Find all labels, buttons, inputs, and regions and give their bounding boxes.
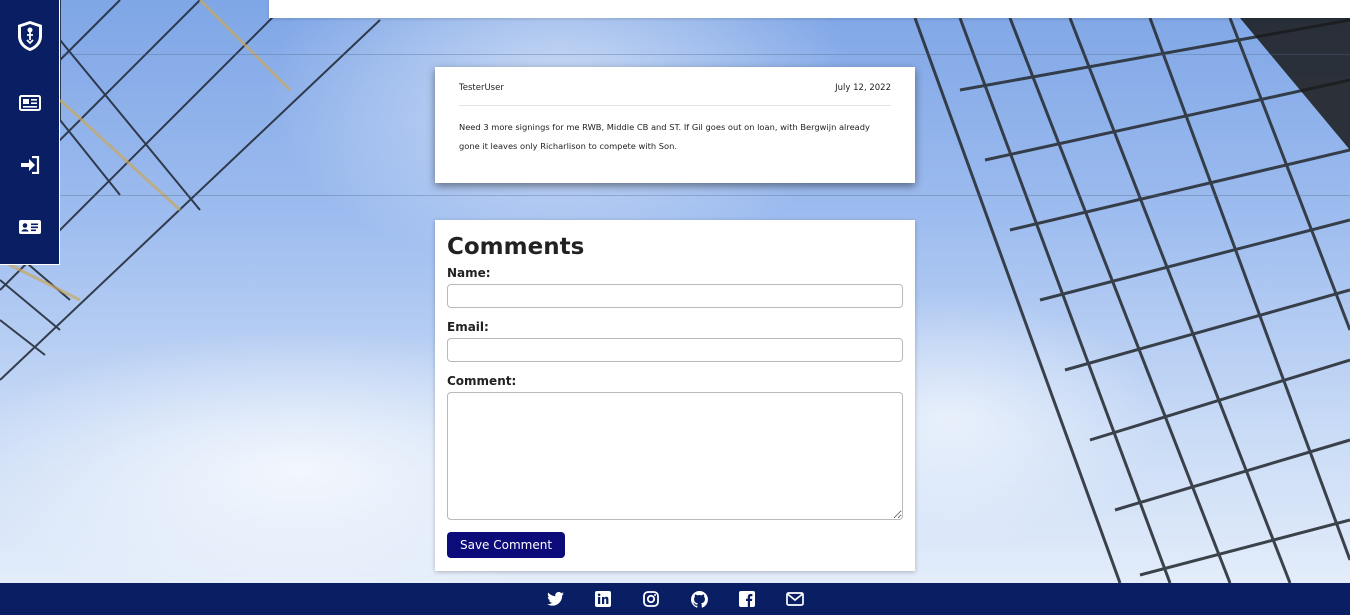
email-label: Email: bbox=[447, 320, 489, 334]
post-date: July 12, 2022 bbox=[835, 83, 891, 93]
nav-login[interactable] bbox=[0, 134, 60, 196]
divider-line bbox=[60, 54, 1350, 55]
divider-line bbox=[60, 195, 1350, 196]
comments-form: Comments Name: Email: Comment: Save Comm… bbox=[435, 220, 915, 571]
save-comment-button[interactable]: Save Comment bbox=[447, 532, 565, 558]
newspaper-icon bbox=[18, 95, 41, 111]
sign-in-icon bbox=[20, 156, 39, 174]
facebook-icon[interactable] bbox=[738, 590, 756, 608]
post-body: Need 3 more signings for me RWB, Middle … bbox=[459, 122, 870, 151]
id-card-icon bbox=[18, 220, 41, 234]
post-meta: TesterUser July 12, 2022 bbox=[459, 83, 891, 106]
comments-title: Comments bbox=[447, 234, 585, 260]
name-field[interactable] bbox=[447, 284, 903, 308]
post-author: TesterUser bbox=[459, 83, 504, 93]
email-field[interactable] bbox=[447, 338, 903, 362]
comment-textarea[interactable] bbox=[447, 392, 903, 520]
nav-news[interactable] bbox=[0, 72, 60, 134]
twitter-icon[interactable] bbox=[546, 590, 564, 608]
comment-label: Comment: bbox=[447, 374, 517, 388]
linkedin-icon[interactable] bbox=[594, 590, 612, 608]
instagram-icon[interactable] bbox=[642, 590, 660, 608]
top-header-bar bbox=[269, 0, 1350, 18]
github-icon[interactable] bbox=[690, 590, 708, 608]
nav-register[interactable] bbox=[0, 196, 60, 258]
email-icon[interactable] bbox=[786, 590, 804, 608]
nav-home[interactable] bbox=[0, 0, 60, 72]
footer bbox=[0, 583, 1350, 615]
name-label: Name: bbox=[447, 266, 491, 280]
club-crest-icon bbox=[17, 21, 42, 51]
post-card: TesterUser July 12, 2022 Need 3 more sig… bbox=[435, 67, 915, 183]
side-navigation bbox=[0, 0, 60, 265]
